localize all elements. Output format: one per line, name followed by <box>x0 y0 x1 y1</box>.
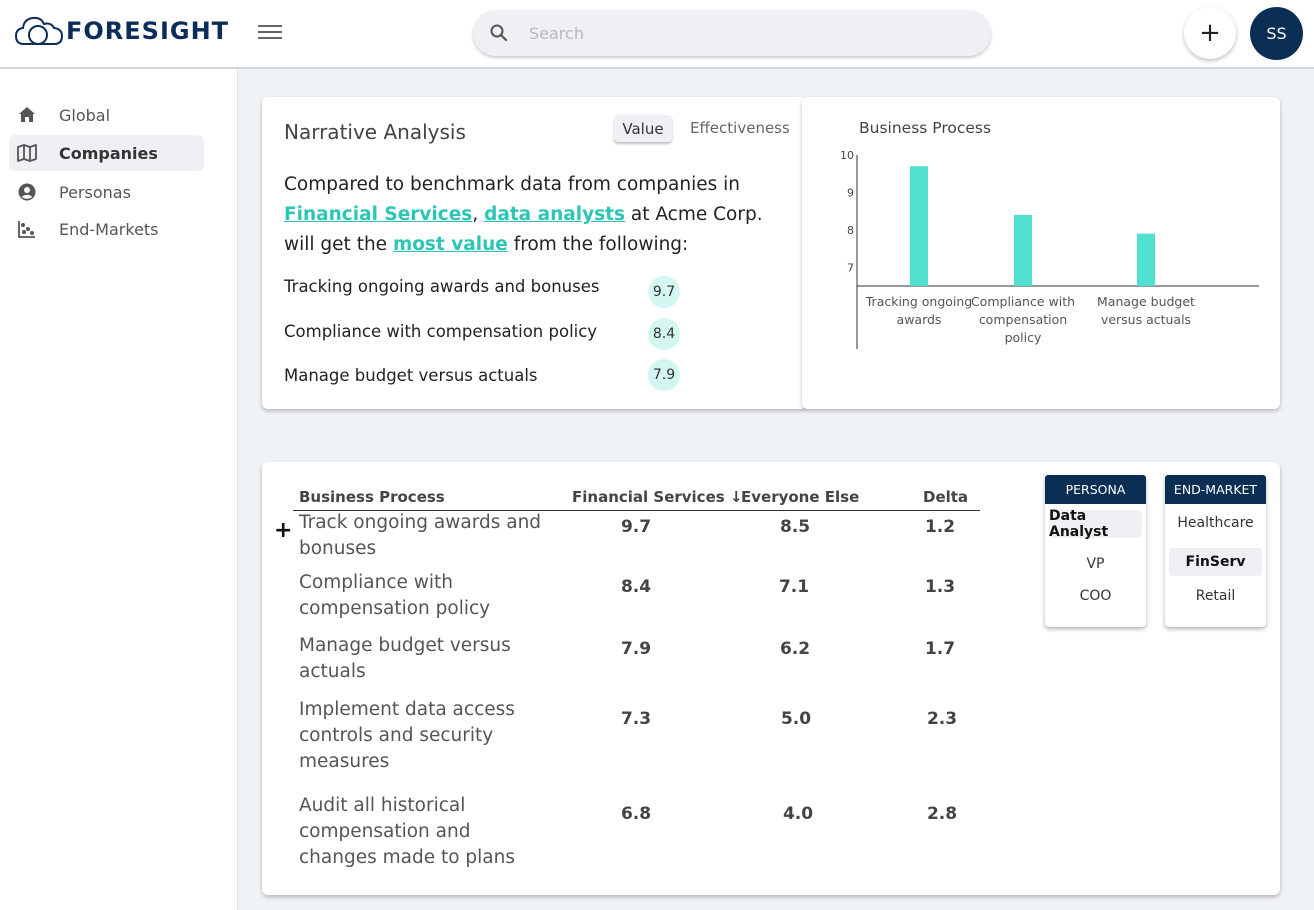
table-cell-else: 7.1 <box>778 577 810 597</box>
x-tick-label: policy <box>1005 330 1042 345</box>
expand-row-button[interactable]: + <box>274 518 292 543</box>
bar <box>1014 214 1032 286</box>
table-cell-process: Compliance with compensation policy <box>299 572 491 619</box>
table-cell-process: Track ongoing awards and bonuses <box>299 512 542 559</box>
column-header-everyone-else[interactable]: Everyone Else <box>741 488 859 506</box>
table-cell-delta: 2.3 <box>926 709 958 729</box>
home-icon <box>17 105 37 125</box>
narrative-row-label: Compliance with compensation policy <box>284 322 598 341</box>
narrative-text: Compared to benchmark data from companie… <box>284 170 789 260</box>
search-icon <box>490 24 508 42</box>
sidebar-item-personas[interactable]: Personas <box>9 174 204 210</box>
score-badge: 9.7 <box>648 276 680 308</box>
x-tick-label: awards <box>897 312 942 327</box>
sidebar-item-label: Companies <box>59 143 158 163</box>
table-cell-delta: 2.8 <box>926 804 958 824</box>
bar-chart: 7 8 9 10 Tracking ongoing awards Compliance wi… <box>840 149 1259 349</box>
table-cell-else: 5.0 <box>780 709 812 729</box>
table-cell-fs: 6.8 <box>620 804 652 824</box>
toggle-value-button[interactable]: Value <box>614 115 672 142</box>
search-bar[interactable] <box>473 10 991 56</box>
hamburger-menu-icon[interactable] <box>258 22 282 42</box>
app-logo[interactable]: FORESIGHT <box>14 14 229 48</box>
table-cell-delta: 1.3 <box>924 577 956 597</box>
end-market-option-finserv[interactable]: FinServ <box>1169 548 1262 576</box>
score-badge: 7.9 <box>648 359 680 391</box>
column-header-process[interactable]: Business Process <box>299 488 445 506</box>
table-cell-process: Manage budget versus actuals <box>299 635 511 682</box>
table-cell-delta: 1.7 <box>924 639 956 659</box>
industry-link[interactable]: Financial Services <box>284 204 472 225</box>
toggle-effectiveness-button[interactable]: Effectiveness <box>690 119 790 137</box>
column-header-financial-services[interactable]: Financial Services ↓ <box>572 488 742 506</box>
narrative-analysis-card: Narrative Analysis Value Effectiveness C… <box>262 97 807 409</box>
x-tick-label: Manage budget <box>1097 294 1195 309</box>
narrative-row-label: Tracking ongoing awards and bonuses <box>284 277 600 296</box>
sidebar-item-label: Global <box>59 105 111 125</box>
user-avatar[interactable]: SS <box>1250 7 1303 60</box>
scatter-icon <box>17 219 37 239</box>
persona-option-coo[interactable]: COO <box>1049 582 1142 610</box>
narrative-text-part: Compared to benchmark data from companie… <box>284 174 741 195</box>
x-tick-label: Compliance with <box>971 294 1075 309</box>
table-cell-fs: 7.9 <box>620 639 652 659</box>
business-process-chart-card: Business Process 7 8 9 10 Tracking ongoing aw… <box>802 97 1280 409</box>
table-cell-delta: 1.2 <box>924 517 956 537</box>
map-icon <box>17 143 37 163</box>
narrative-text-part: from the following: <box>507 234 689 255</box>
x-tick-label: compensation <box>979 312 1067 327</box>
sidebar: Global Companies Personas End-Markets <box>0 69 238 910</box>
narrative-row-label: Manage budget versus actuals <box>284 366 538 385</box>
x-tick-label: versus actuals <box>1101 312 1191 327</box>
column-header-delta[interactable]: Delta <box>923 488 968 506</box>
table-cell-fs: 8.4 <box>620 577 652 597</box>
end-market-option-retail[interactable]: Retail <box>1169 582 1262 610</box>
persona-option-data-analyst[interactable]: Data Analyst <box>1049 508 1142 540</box>
narrative-text-part: , <box>472 204 479 225</box>
table-cell-process: Audit all historical compensation and ch… <box>299 795 516 868</box>
y-tick-label: 8 <box>847 224 854 237</box>
sidebar-item-companies[interactable]: Companies <box>9 135 204 171</box>
persona-link[interactable]: data analysts <box>484 204 625 225</box>
table-cell-else: 4.0 <box>782 804 814 824</box>
table-cell-fs: 9.7 <box>620 517 652 537</box>
sidebar-item-global[interactable]: Global <box>9 97 204 133</box>
person-icon <box>17 182 37 202</box>
persona-filter-title: PERSONA <box>1045 475 1146 504</box>
table-cell-else: 8.5 <box>779 517 811 537</box>
sidebar-item-label: Personas <box>59 182 131 202</box>
narrative-title: Narrative Analysis <box>284 120 466 144</box>
bar <box>910 166 928 286</box>
add-button[interactable]: + <box>1184 7 1236 59</box>
score-badge: 8.4 <box>648 318 680 350</box>
sidebar-item-end-markets[interactable]: End-Markets <box>9 211 204 247</box>
search-input[interactable] <box>529 23 949 43</box>
table-cell-else: 6.2 <box>779 639 811 659</box>
end-market-option-healthcare[interactable]: Healthcare <box>1169 509 1262 537</box>
app-name: FORESIGHT <box>66 17 230 45</box>
bar <box>1137 233 1155 286</box>
end-market-filter: END-MARKET Healthcare FinServ Retail <box>1165 475 1266 627</box>
top-bar: FORESIGHT + SS <box>0 0 1314 69</box>
table-cell-fs: 7.3 <box>620 709 652 729</box>
end-market-filter-title: END-MARKET <box>1165 475 1266 504</box>
y-tick-label: 10 <box>840 149 854 162</box>
x-tick-label: Tracking ongoing <box>865 294 973 309</box>
metric-link[interactable]: most value <box>393 234 508 255</box>
y-tick-label: 7 <box>847 261 854 274</box>
persona-filter: PERSONA Data Analyst VP COO <box>1045 475 1146 627</box>
persona-option-vp[interactable]: VP <box>1049 550 1142 578</box>
cloud-logo-icon <box>14 16 64 45</box>
comparison-table-card: Business Process Financial Services ↓ Ev… <box>262 462 1280 895</box>
y-tick-label: 9 <box>847 186 854 199</box>
sidebar-item-label: End-Markets <box>59 219 159 239</box>
table-cell-process: Implement data access controls and secur… <box>299 699 515 772</box>
